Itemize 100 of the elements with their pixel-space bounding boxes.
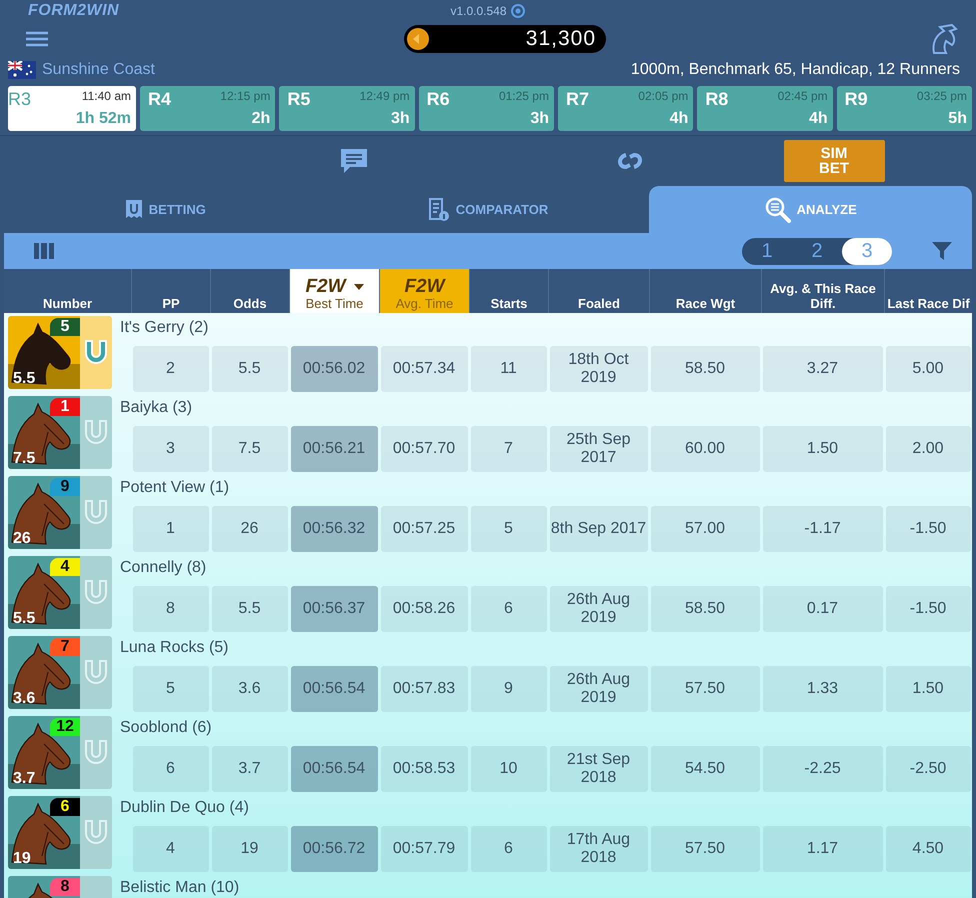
table-cell: 21st Sep 2018 xyxy=(550,746,648,792)
table-cell: 00:56.32 xyxy=(290,506,378,552)
table-cell: 5.5 xyxy=(212,586,288,632)
horseshoe-icon xyxy=(83,738,109,766)
saddlecloth-number: 4 xyxy=(50,558,80,576)
runner-name: Luna Rocks (5) xyxy=(120,638,230,658)
table-cell: 5.00 xyxy=(886,346,970,392)
shortlist-toggle[interactable] xyxy=(80,316,112,389)
table-cell: 2.00 xyxy=(886,426,970,472)
table-cell: 00:56.21 xyxy=(290,426,378,472)
race-tab[interactable]: R3 11:40 am 1h 52m xyxy=(8,86,136,131)
table-cell: 8th Sep 2017 xyxy=(550,506,648,552)
table-cell: 00:58.26 xyxy=(380,586,468,632)
saddlecloth-number: 1 xyxy=(50,398,80,416)
saddlecloth-number: 7 xyxy=(50,638,80,656)
version-label: v1.0.0.548 xyxy=(450,4,507,18)
table-cell: 3.7 xyxy=(212,746,288,792)
table-cell: -1.50 xyxy=(886,586,970,632)
table-cell: 00:57.70 xyxy=(380,426,468,472)
table-cell: 00:56.54 xyxy=(290,666,378,712)
table-cell: 1.33 xyxy=(762,666,882,712)
table-cell: 7.5 xyxy=(212,426,288,472)
table-cell: 00:56.37 xyxy=(290,586,378,632)
runner-odds: 5.5 xyxy=(13,610,36,628)
table-cell: 57.50 xyxy=(650,826,760,872)
filter-icon[interactable] xyxy=(932,242,952,260)
horseshoe-icon xyxy=(83,818,109,846)
table-cell: 17th Aug 2018 xyxy=(550,826,648,872)
table-cell: -2.25 xyxy=(762,746,882,792)
shortlist-toggle[interactable] xyxy=(80,556,112,629)
shortlist-toggle[interactable] xyxy=(80,796,112,869)
horseshoe-icon xyxy=(83,418,109,446)
table-cell: -2.50 xyxy=(886,746,970,792)
runner-odds: 3.7 xyxy=(13,770,36,788)
table-cell: 1.50 xyxy=(762,426,882,472)
runner-name: Potent View (1) xyxy=(120,478,230,498)
saddlecloth-number: 9 xyxy=(50,478,80,496)
column-label: Best Time xyxy=(306,296,364,311)
saddlecloth-number: 8 xyxy=(50,878,80,896)
ticket-icon xyxy=(124,198,143,220)
table-cell: 54.50 xyxy=(650,746,760,792)
table-cell: 58.50 xyxy=(650,586,760,632)
horseshoe-icon xyxy=(83,658,109,686)
table-cell: 10 xyxy=(470,746,546,792)
table-cell: 00:57.25 xyxy=(380,506,468,552)
shortlist-toggle[interactable] xyxy=(80,636,112,709)
table-cell: 3.6 xyxy=(212,666,288,712)
saddlecloth-number: 12 xyxy=(50,718,80,736)
venue-name: Sunshine Coast xyxy=(42,61,155,79)
runner-name: Belistic Man (10) xyxy=(120,878,240,898)
column-header[interactable]: F2W Avg. Time xyxy=(379,269,469,313)
table-cell: 57.00 xyxy=(650,506,760,552)
table-cell: 18th Oct 2019 xyxy=(550,346,648,392)
table-cell: 7 xyxy=(470,426,546,472)
table-cell: 3 xyxy=(132,426,208,472)
table-cell: 26th Aug 2019 xyxy=(550,666,648,712)
shortlist-toggle[interactable] xyxy=(80,476,112,549)
table-cell: 0.17 xyxy=(762,586,882,632)
brand-logo: F2W xyxy=(305,279,346,294)
table-cell: 6 xyxy=(470,826,546,872)
table-cell: 3.27 xyxy=(762,346,882,392)
table-cell: 00:56.54 xyxy=(290,746,378,792)
runner-name: Dublin De Quo (4) xyxy=(120,798,250,818)
runner-name: Sooblond (6) xyxy=(120,718,213,738)
table-cell: 19 xyxy=(212,826,288,872)
runner-name: Baiyka (3) xyxy=(120,398,194,418)
table-cell: 4 xyxy=(132,826,208,872)
table-cell: 1 xyxy=(132,506,208,552)
table-cell: 1.17 xyxy=(762,826,882,872)
column-header[interactable]: F2W Best Time xyxy=(289,269,379,313)
table-cell: 58.50 xyxy=(650,346,760,392)
saddlecloth-number: 6 xyxy=(50,798,80,816)
shortlist-toggle[interactable] xyxy=(80,716,112,789)
table-cell: 00:57.83 xyxy=(380,666,468,712)
table-cell: 00:57.79 xyxy=(380,826,468,872)
shortlist-toggle[interactable] xyxy=(80,396,112,469)
table-cell: 1.50 xyxy=(886,666,970,712)
table-cell: 00:56.72 xyxy=(290,826,378,872)
chat-icon[interactable] xyxy=(340,148,368,174)
table-cell: 00:58.53 xyxy=(380,746,468,792)
table-cell: -1.50 xyxy=(886,506,970,552)
table-cell: 00:57.34 xyxy=(380,346,468,392)
race-info: 1000m, Benchmark 65, Handicap, 12 Runners xyxy=(630,61,961,79)
table-cell: 60.00 xyxy=(650,426,760,472)
table-cell: 11 xyxy=(470,346,546,392)
table-cell: 00:56.02 xyxy=(290,346,378,392)
search-icon xyxy=(764,196,791,222)
runner-name: It's Gerry (2) xyxy=(120,318,210,338)
table-cell: 4.50 xyxy=(886,826,970,872)
app-logo: FORM2WIN xyxy=(27,2,120,20)
sync-icon xyxy=(510,3,526,19)
menu-icon[interactable] xyxy=(26,31,48,47)
balance-amount: 31,300 xyxy=(526,27,596,51)
flag-icon xyxy=(8,61,36,79)
column-header[interactable]: Number xyxy=(4,269,131,313)
runner-name: Connelly (8) xyxy=(120,558,208,578)
table-cell: 6 xyxy=(470,586,546,632)
column-label: Avg. Time xyxy=(396,296,454,311)
runner-odds: 5.5 xyxy=(13,370,36,388)
columns-icon[interactable] xyxy=(34,243,54,259)
